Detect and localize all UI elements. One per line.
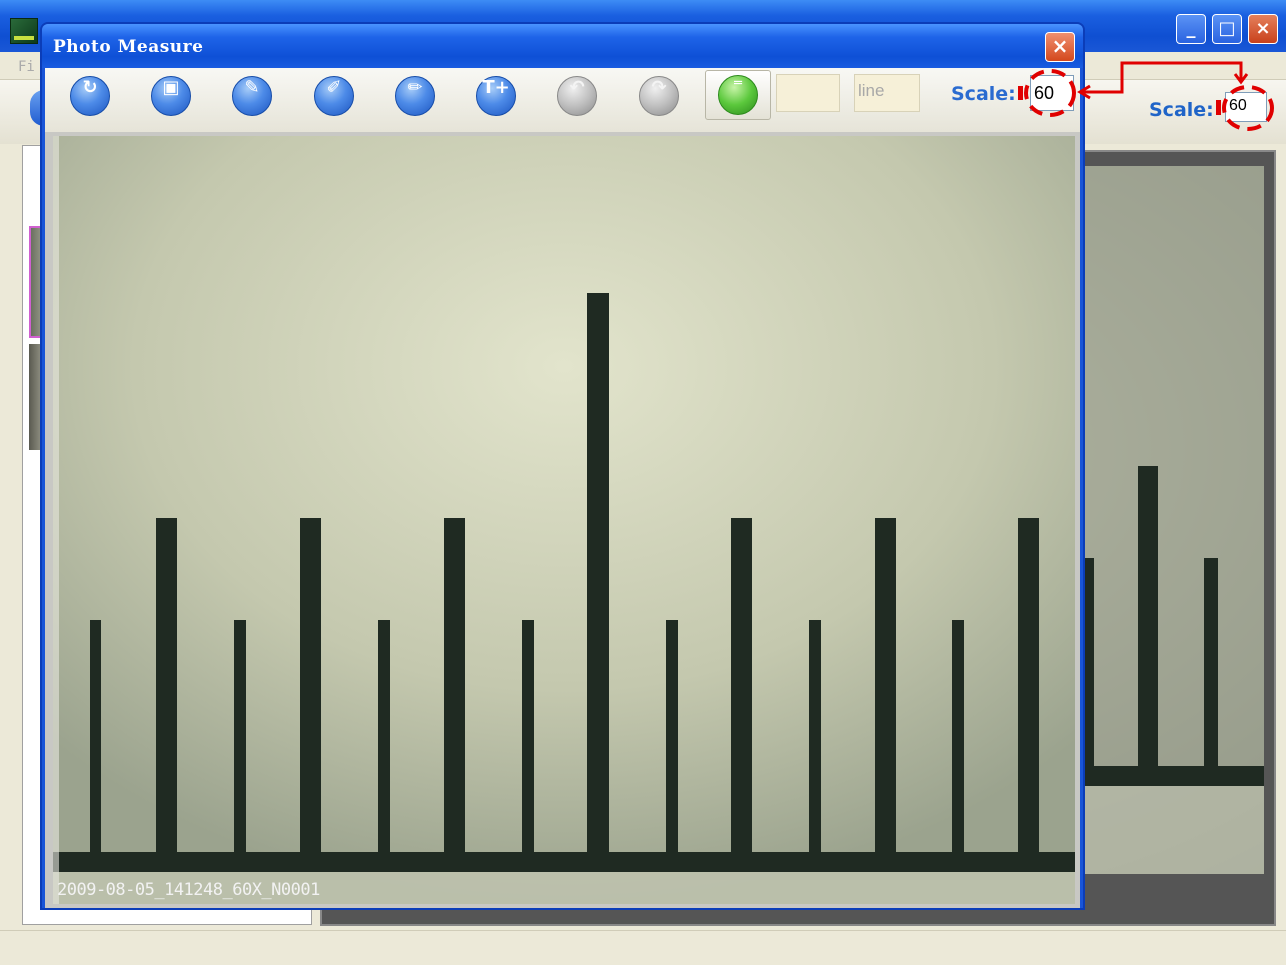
text-button[interactable]: T+ <box>476 76 516 116</box>
dialog-close-button[interactable]: × <box>1045 32 1075 62</box>
dialog-titlebar[interactable]: Photo Measure × <box>42 24 1083 68</box>
image-filename-caption: 2009-08-05_141248_60X_N0001 <box>57 880 320 900</box>
app-logo-icon <box>10 18 38 44</box>
edit-icon: ✎ <box>244 77 260 98</box>
photo-measure-dialog: Photo Measure × ↻ ▣ ✎ ✐ ✏ T+ ↶ ↷ ═ line … <box>40 22 1085 910</box>
dialog-title: Photo Measure <box>53 37 204 57</box>
measure-toolbar: ↻ ▣ ✎ ✐ ✏ T+ ↶ ↷ ═ line Scale: 60 <box>45 68 1080 132</box>
open-button[interactable]: ↻ <box>70 76 110 116</box>
menu-file[interactable]: Fi <box>18 59 35 75</box>
draw-button[interactable]: ✏ <box>395 76 435 116</box>
undo-button[interactable]: ↶ <box>557 76 597 116</box>
scale-label: Scale: <box>951 83 1016 105</box>
scale-input[interactable]: 60 <box>1030 75 1074 111</box>
measure-photo[interactable]: 2009-08-05_141248_60X_N0001 <box>53 136 1075 904</box>
calibrate-button[interactable]: ✐ <box>314 76 354 116</box>
close-button[interactable]: × <box>1248 14 1278 44</box>
ruler-icon: ═ <box>718 75 758 115</box>
scale-label: Scale: <box>1149 99 1214 121</box>
minimize-button[interactable]: _ <box>1176 14 1206 44</box>
redo-icon: ↷ <box>651 77 667 98</box>
ruler-calibrate-icon: ✐ <box>326 77 342 98</box>
redo-button[interactable]: ↷ <box>639 76 679 116</box>
ruler-photo-graphic <box>53 136 1075 904</box>
undo-icon: ↶ <box>569 77 585 98</box>
measure-value-field[interactable] <box>776 74 840 112</box>
measure-canvas-area: 2009-08-05_141248_60X_N0001 <box>45 132 1080 908</box>
status-bar <box>0 930 1286 965</box>
scale-input[interactable]: 60 <box>1225 92 1267 122</box>
measure-unit-field[interactable]: line <box>854 74 920 112</box>
open-icon: ↻ <box>82 77 98 98</box>
edit-button[interactable]: ✎ <box>232 76 272 116</box>
maximize-button[interactable]: □ <box>1212 14 1242 44</box>
pencil-icon: ✏ <box>407 77 423 98</box>
text-icon: T+ <box>482 77 510 98</box>
save-button[interactable]: ▣ <box>151 76 191 116</box>
measure-tool-toggle[interactable]: ═ <box>705 70 771 120</box>
save-icon: ▣ <box>162 77 180 98</box>
ruler-glyph: ═ <box>734 76 742 91</box>
